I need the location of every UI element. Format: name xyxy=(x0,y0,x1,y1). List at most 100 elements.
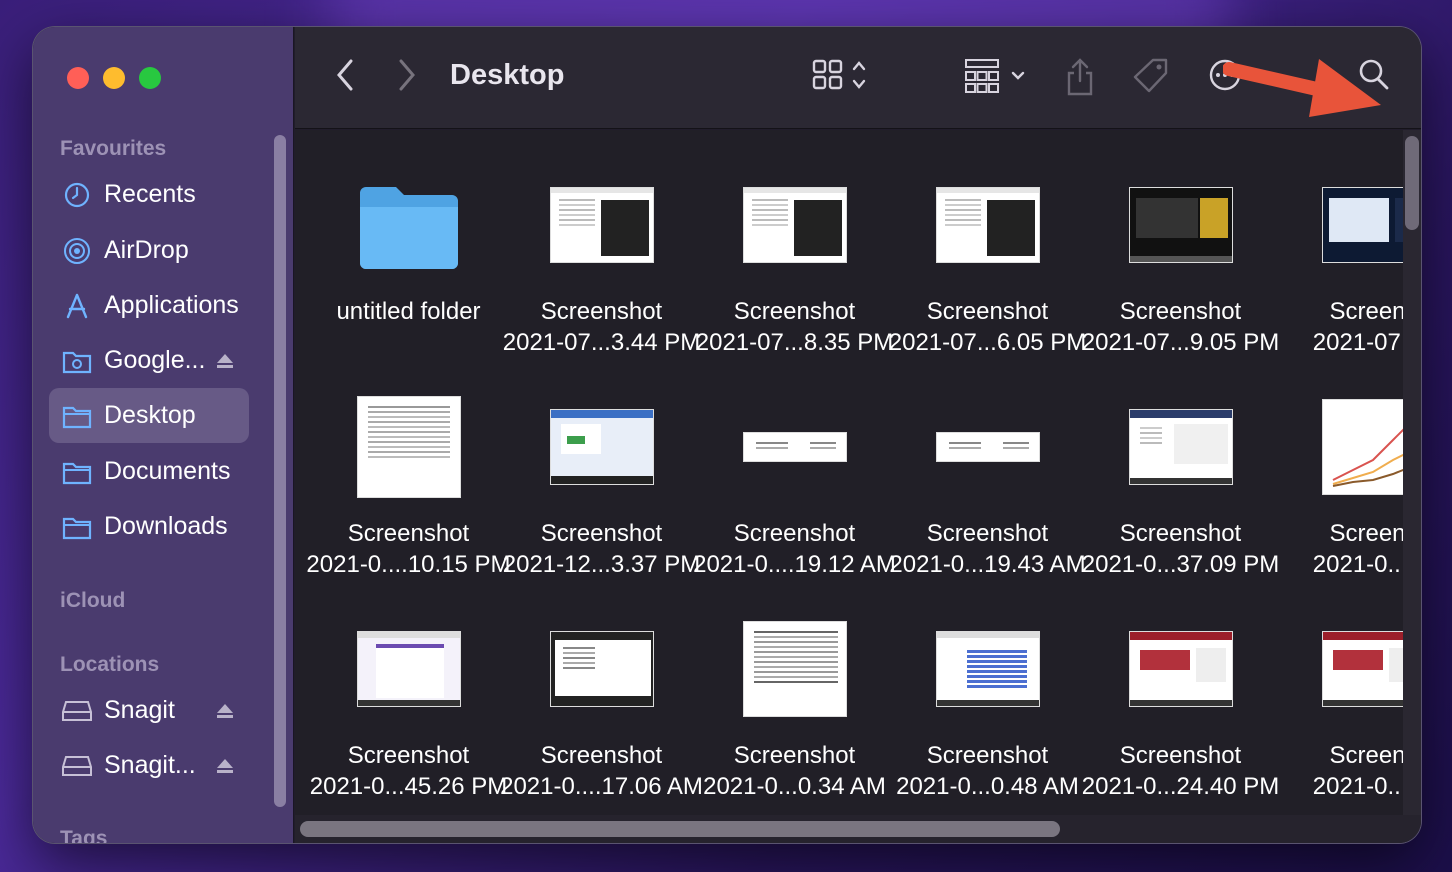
sidebar-item-label: Applications xyxy=(104,291,239,319)
forward-icon[interactable] xyxy=(395,57,419,93)
finder-window: Favourites Recents AirDrop Applications … xyxy=(33,27,1421,843)
file-item[interactable]: Screenshot 2021-0....19.12 AM xyxy=(693,392,896,592)
file-item[interactable]: Screens 2021-0...00 xyxy=(1277,392,1421,592)
file-thumbnail xyxy=(1084,392,1277,502)
file-thumbnail xyxy=(312,392,505,502)
file-date: 2021-07...3.44 PM xyxy=(502,329,701,356)
sidebar-item-downloads[interactable]: Downloads xyxy=(49,499,249,554)
folder-icon xyxy=(62,512,92,542)
section-locations: Locations xyxy=(60,653,160,676)
sidebar-scrollbar[interactable] xyxy=(274,135,286,807)
folder-icon xyxy=(359,187,458,269)
file-item[interactable]: Screenshot 2021-07...6.05 PM xyxy=(889,170,1086,370)
back-icon[interactable] xyxy=(333,57,357,93)
eject-icon[interactable] xyxy=(215,754,235,783)
file-thumbnail xyxy=(891,614,1084,724)
sidebar-item-recents[interactable]: Recents xyxy=(49,167,249,222)
file-thumbnail xyxy=(698,170,891,280)
sidebar-item-airdrop[interactable]: AirDrop xyxy=(49,223,249,278)
file-item[interactable]: Screenshot 2021-07...8.35 PM xyxy=(696,170,893,370)
file-item[interactable]: Screenshot 2021-0...0.48 AM xyxy=(891,614,1084,814)
file-name: Screens xyxy=(1329,298,1418,325)
file-item[interactable]: Screenshot 2021-0...19.43 AM xyxy=(889,392,1086,592)
folder-item[interactable]: untitled folder xyxy=(312,170,505,370)
sidebar-item-snagit-2[interactable]: Snagit... xyxy=(49,738,249,793)
file-thumbnail xyxy=(505,392,698,502)
file-item[interactable]: Screenshot 2021-0...37.09 PM xyxy=(1082,392,1279,592)
file-name: Screenshot xyxy=(1119,298,1242,325)
sidebar-item-snagit[interactable]: Snagit xyxy=(49,683,249,738)
file-item[interactable]: Screenshot 2021-07...9.05 PM xyxy=(1082,170,1279,370)
window-title: Desktop xyxy=(450,59,565,91)
file-item[interactable]: Screenshot 2021-07...3.44 PM xyxy=(503,170,700,370)
file-date: 2021-07...6 xyxy=(1312,329,1421,356)
disk-icon xyxy=(62,751,92,781)
eject-icon[interactable] xyxy=(215,699,235,728)
file-item[interactable]: Screenshot 2021-0....10.15 PM xyxy=(306,392,511,592)
file-date: 2021-0...45.26 PM xyxy=(309,773,508,800)
file-date: 2021-12...3.37 PM xyxy=(502,551,701,578)
horizontal-scrollbar[interactable] xyxy=(300,821,1060,837)
file-date: 2021-0...0.34 AM xyxy=(703,773,886,800)
file-thumbnail xyxy=(891,392,1084,502)
file-item[interactable]: Screenshot 2021-0...45.26 PM xyxy=(310,614,507,814)
file-name: Screenshot xyxy=(733,298,856,325)
file-item[interactable]: Screens 2021-07...6 xyxy=(1277,170,1421,370)
vertical-scrollbar[interactable] xyxy=(1405,136,1419,230)
file-date: 2021-0...0.48 AM xyxy=(896,773,1079,800)
file-date: 2021-0....17.06 AM xyxy=(500,773,703,800)
eject-icon[interactable] xyxy=(215,349,235,378)
file-name: Screenshot xyxy=(540,520,663,547)
file-date: 2021-0...37.09 PM xyxy=(1081,551,1280,578)
file-date: 2021-0....10.15 PM xyxy=(306,551,511,578)
file-date: 2021-0....19.12 AM xyxy=(693,551,896,578)
file-thumbnail xyxy=(891,170,1084,280)
file-date: 2021-0...00 xyxy=(1312,551,1421,578)
file-name: untitled folder xyxy=(336,298,481,325)
sidebar-item-google-drive[interactable]: Google... xyxy=(49,333,249,388)
file-date: 2021-07...6.05 PM xyxy=(888,329,1087,356)
file-item[interactable]: Screenshot 2021-0...0.34 AM xyxy=(698,614,891,814)
file-thumbnail xyxy=(1084,170,1277,280)
file-name: Screenshot xyxy=(926,520,1049,547)
file-thumbnail xyxy=(505,170,698,280)
file-thumbnail xyxy=(698,614,891,724)
window-controls xyxy=(67,67,161,89)
sidebar-item-desktop[interactable]: Desktop xyxy=(49,388,249,443)
file-thumbnail xyxy=(1084,614,1277,724)
file-item[interactable]: Screens 2021-0...24 xyxy=(1277,614,1421,814)
file-thumbnail xyxy=(312,170,505,280)
section-favourites: Favourites xyxy=(60,137,167,160)
file-thumbnail xyxy=(505,614,698,724)
file-item[interactable]: Screenshot 2021-12...3.37 PM xyxy=(503,392,700,592)
grid-view-icon[interactable] xyxy=(810,57,874,93)
file-date: 2021-0...24 xyxy=(1312,773,1421,800)
group-icon[interactable] xyxy=(963,57,1029,95)
file-name: Screens xyxy=(1329,520,1418,547)
file-name: Screenshot xyxy=(926,742,1049,769)
zoom-button[interactable] xyxy=(139,67,161,89)
tag-icon[interactable] xyxy=(1133,57,1169,95)
file-name: Screenshot xyxy=(347,520,470,547)
file-name: Screenshot xyxy=(926,298,1049,325)
file-date: 2021-0...19.43 AM xyxy=(889,551,1086,578)
file-item[interactable]: Screenshot 2021-0...24.40 PM xyxy=(1082,614,1279,814)
close-button[interactable] xyxy=(67,67,89,89)
sidebar-item-label: Documents xyxy=(104,457,231,485)
folder-icon xyxy=(62,401,92,431)
share-icon[interactable] xyxy=(1065,57,1095,97)
section-tags: Tags xyxy=(60,827,108,843)
file-name: Screenshot xyxy=(1119,520,1242,547)
file-name: Screenshot xyxy=(347,742,470,769)
sidebar-item-label: Snagit xyxy=(104,696,175,724)
google-drive-folder-icon xyxy=(62,346,92,376)
file-thumbnail xyxy=(312,614,505,724)
file-thumbnail xyxy=(1277,614,1421,724)
sidebar-item-label: Google... xyxy=(104,346,206,374)
sidebar-item-documents[interactable]: Documents xyxy=(49,444,249,499)
sidebar-item-applications[interactable]: Applications xyxy=(49,278,249,333)
minimize-button[interactable] xyxy=(103,67,125,89)
file-item[interactable]: Screenshot 2021-0....17.06 AM xyxy=(500,614,703,814)
sidebar-item-label: Desktop xyxy=(104,401,196,429)
annotation-arrow-icon xyxy=(1222,51,1403,136)
